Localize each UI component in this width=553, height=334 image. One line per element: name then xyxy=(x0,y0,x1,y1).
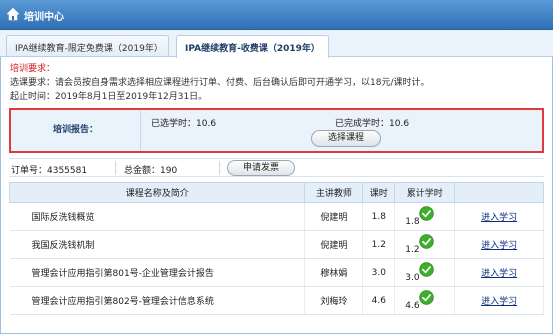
check-circle-icon xyxy=(419,262,434,277)
check-circle-icon xyxy=(419,206,434,221)
header-bar: 培训中心 xyxy=(0,0,553,30)
course-table: 课程名称及简介 主讲教师 课时 累计学时 国际反洗钱概览 倪建明 1.8 1.8… xyxy=(8,182,544,315)
teacher-name: 穆林娟 xyxy=(304,258,364,287)
course-hours: 1.8 xyxy=(362,202,396,231)
column-header-action xyxy=(454,182,544,203)
training-report-panel: 培训报告： 已选学时：10.6 已完成学时：10.6 选择课程 xyxy=(9,108,544,153)
teacher-name: 刘梅玲 xyxy=(304,286,364,315)
completed-hours: 已完成学时：10.6 xyxy=(335,119,410,129)
course-hours: 3.0 xyxy=(362,258,396,287)
table-row: 管理会计应用指引第801号-企业管理会计报告 穆林娟 3.0 3.0 进入学习 xyxy=(9,258,544,287)
enter-study-link[interactable]: 进入学习 xyxy=(481,241,517,251)
column-header-teacher: 主讲教师 xyxy=(304,182,364,203)
completed-cell: 1.2 xyxy=(394,230,456,259)
home-icon xyxy=(6,7,20,21)
course-hours: 1.2 xyxy=(362,230,396,259)
period-text: 起止时间：2019年8月1日至2019年12月31日。 xyxy=(10,92,208,102)
table-header-row: 课程名称及简介 主讲教师 课时 累计学时 xyxy=(8,182,544,203)
completed-cell: 4.6 xyxy=(394,286,456,315)
check-circle-icon xyxy=(419,234,434,249)
completed-cell: 1.8 xyxy=(394,202,456,231)
choose-course-button[interactable]: 选择课程 xyxy=(311,130,381,147)
completed-hours-value: 4.6 xyxy=(405,301,420,311)
table-row: 国际反洗钱概览 倪建明 1.8 1.8 进入学习 xyxy=(9,202,544,231)
teacher-name: 倪建明 xyxy=(304,230,364,259)
course-selection-requirement: 选课要求：请会员按自身需求选择相应课程进行订单、付费、后台确认后即可开通学习，以… xyxy=(10,78,430,88)
selected-hours: 已选学时：10.6 xyxy=(151,119,217,129)
order-number: 订单号：4355581 xyxy=(11,166,88,176)
divider xyxy=(219,161,220,175)
tab-paid-courses[interactable]: IPA继续教育-收费课（2019年） xyxy=(176,35,329,58)
course-name: 管理会计应用指引第802号-管理会计信息系统 xyxy=(9,286,306,315)
completed-cell: 3.0 xyxy=(394,258,456,287)
table-row: 管理会计应用指引第802号-管理会计信息系统 刘梅玲 4.6 4.6 进入学习 xyxy=(9,286,544,315)
teacher-name: 倪建明 xyxy=(304,202,364,231)
enter-study-link[interactable]: 进入学习 xyxy=(481,297,517,307)
training-report-label: 培训报告： xyxy=(11,110,141,151)
requirements-title: 培训要求： xyxy=(10,64,56,74)
course-name: 管理会计应用指引第801号-企业管理会计报告 xyxy=(9,258,306,287)
order-info-bar: 订单号：4355581 总金额：190 申请发票 xyxy=(9,158,544,177)
completed-hours-value: 1.2 xyxy=(405,245,420,255)
course-name: 国际反洗钱概览 xyxy=(9,202,306,231)
column-header-hours: 课时 xyxy=(362,182,396,203)
page-title: 培训中心 xyxy=(24,12,64,23)
course-hours: 4.6 xyxy=(362,286,396,315)
completed-hours-value: 1.8 xyxy=(405,217,420,227)
table-row: 我国反洗钱机制 倪建明 1.2 1.2 进入学习 xyxy=(9,230,544,259)
completed-hours-value: 3.0 xyxy=(405,273,420,283)
check-circle-icon xyxy=(419,290,434,305)
total-amount: 总金额：190 xyxy=(124,166,178,176)
enter-study-link[interactable]: 进入学习 xyxy=(481,213,517,223)
enter-study-link[interactable]: 进入学习 xyxy=(481,269,517,279)
tab-bar: IPA继续教育-限定免费课（2019年） IPA继续教育-收费课（2019年） xyxy=(0,30,553,58)
column-header-completed: 累计学时 xyxy=(394,182,456,203)
divider xyxy=(115,161,116,175)
apply-invoice-button[interactable]: 申请发票 xyxy=(227,160,295,176)
course-name: 我国反洗钱机制 xyxy=(9,230,306,259)
tab-free-courses[interactable]: IPA继续教育-限定免费课（2019年） xyxy=(6,35,169,57)
training-requirements: 培训要求： 选课要求：请会员按自身需求选择相应课程进行订单、付费、后台确认后即可… xyxy=(10,62,546,104)
column-header-course-name: 课程名称及简介 xyxy=(8,182,306,203)
